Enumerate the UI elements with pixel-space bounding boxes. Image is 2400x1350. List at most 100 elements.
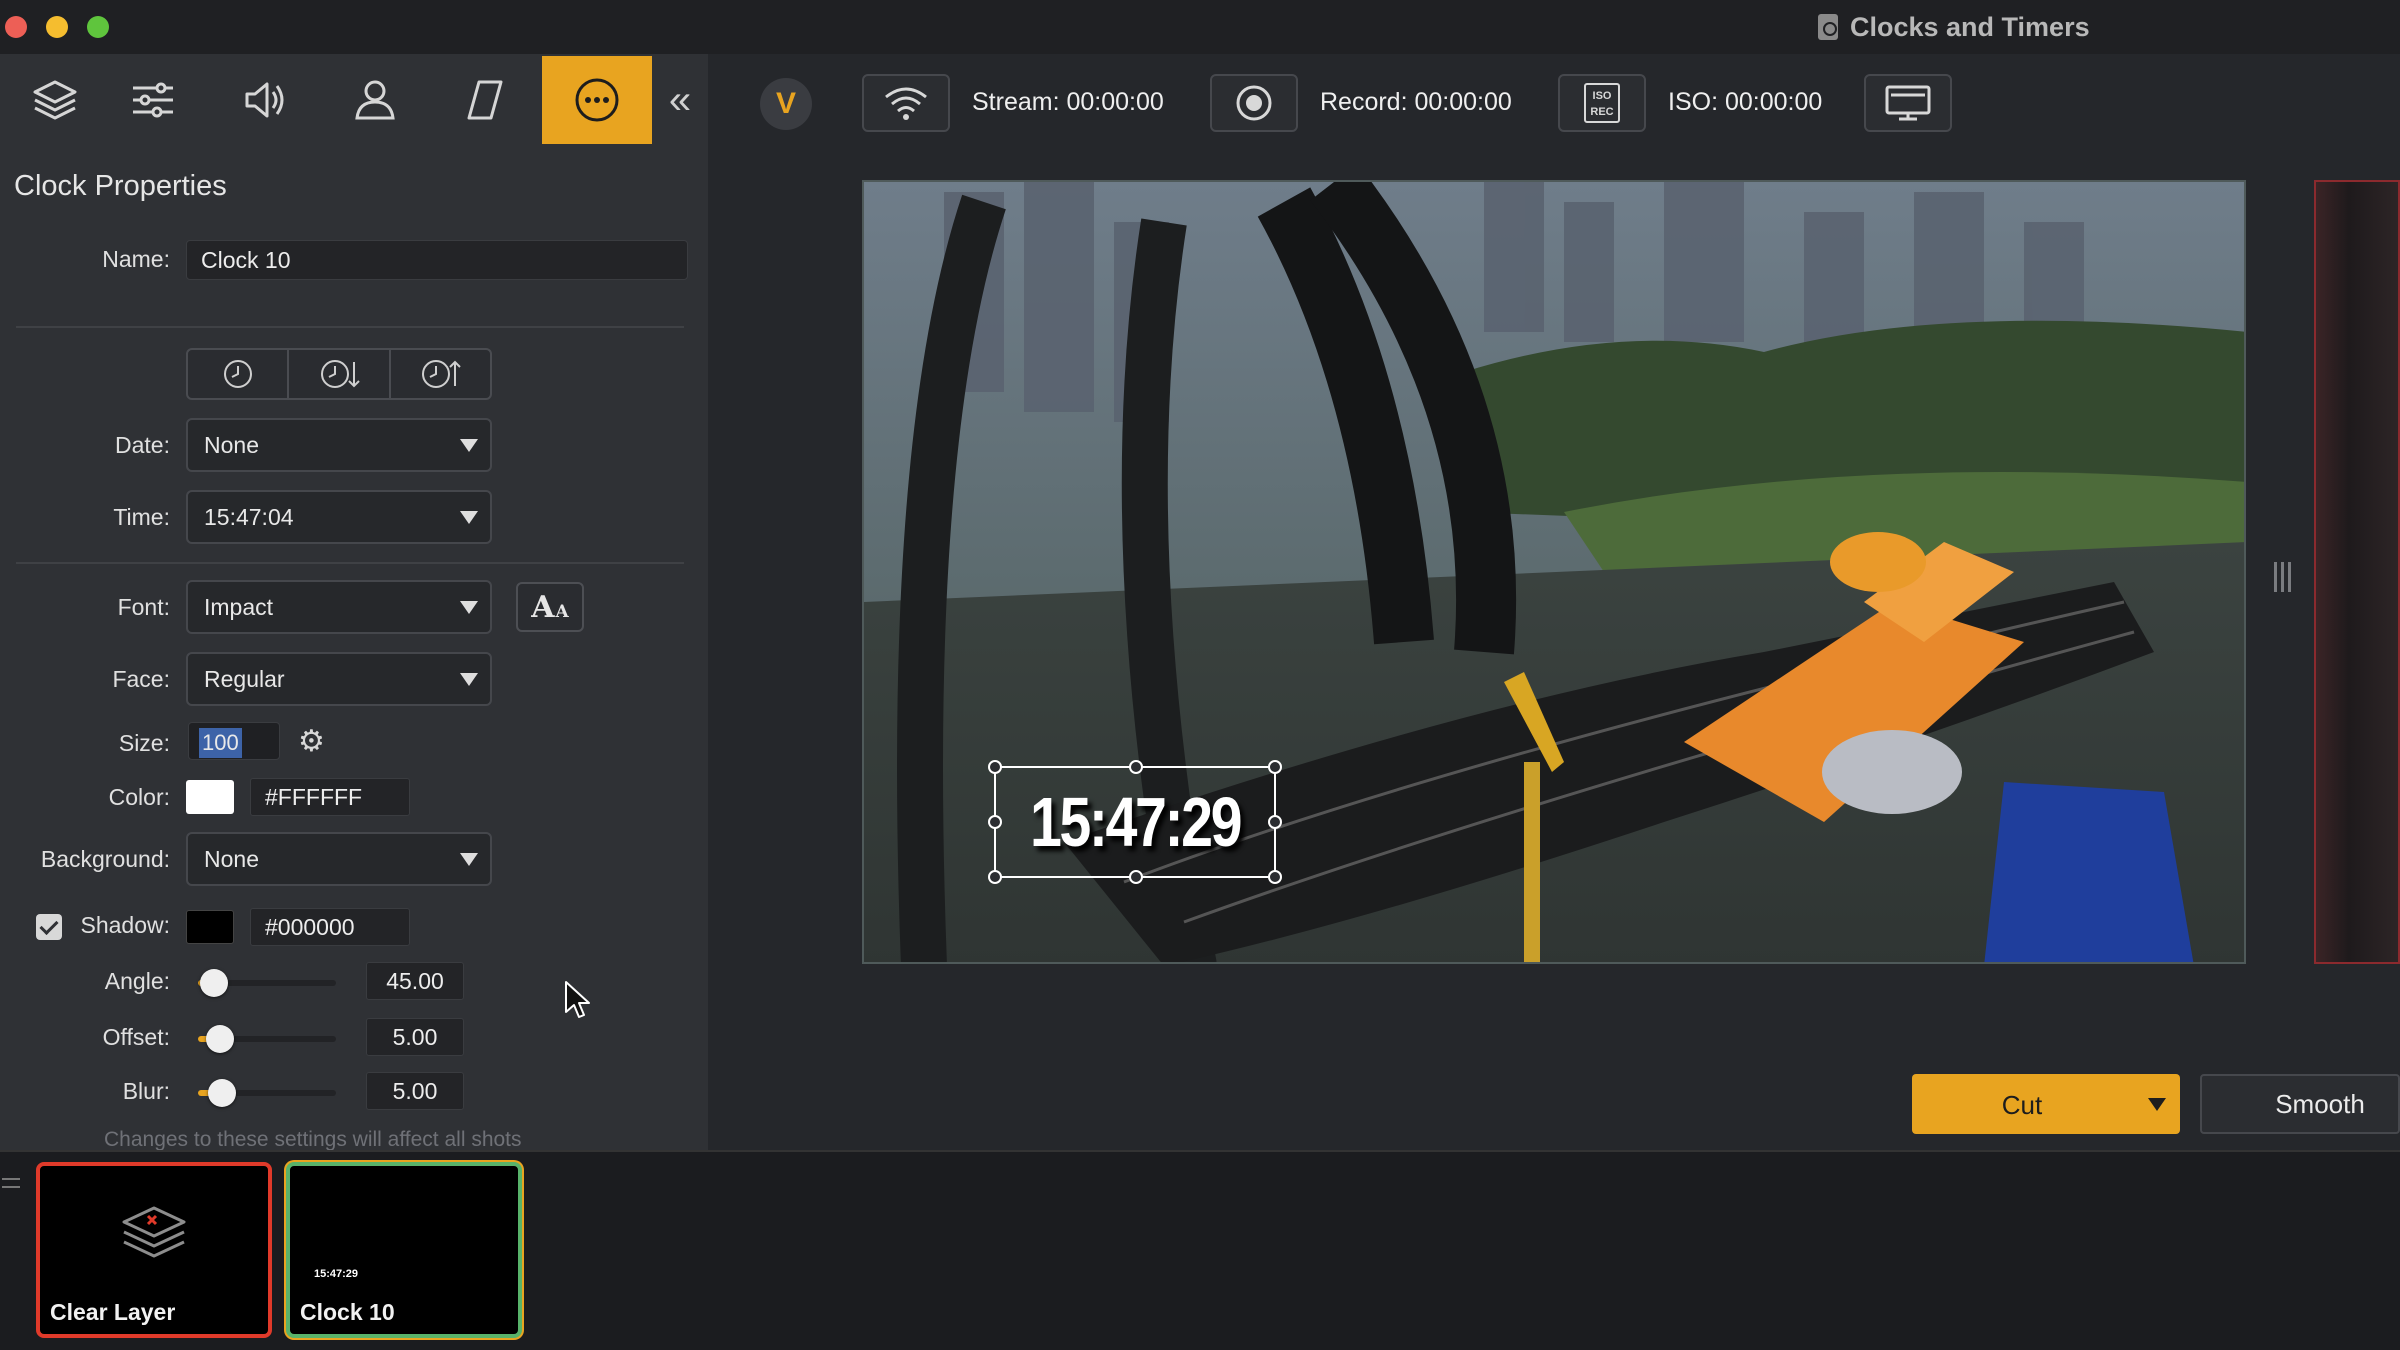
shot-clear-layer[interactable]: Clear Layer <box>36 1162 272 1338</box>
blur-slider[interactable] <box>198 1079 336 1107</box>
mouse-cursor-icon <box>565 981 590 1018</box>
angle-slider[interactable] <box>198 969 336 997</box>
offset-slider[interactable] <box>198 1025 336 1053</box>
smooth-transition-button[interactable]: Smooth <box>2200 1074 2400 1134</box>
more-icon <box>575 78 619 122</box>
date-select[interactable]: None <box>186 418 492 472</box>
resize-handle[interactable] <box>1268 815 1282 829</box>
record-button[interactable] <box>1210 74 1298 132</box>
tab-person[interactable] <box>320 56 430 144</box>
minimize-window-button[interactable] <box>46 16 68 38</box>
angle-field[interactable]: 45.00 <box>366 962 464 1000</box>
time-label: Time: <box>113 504 170 530</box>
wifi-icon <box>885 87 927 120</box>
face-select-value: Regular <box>204 665 285 692</box>
shot-label: Clear Layer <box>50 1299 176 1325</box>
chevron-down-icon <box>460 511 478 524</box>
resize-handle[interactable] <box>988 760 1002 774</box>
resize-handle[interactable] <box>1129 760 1143 774</box>
tab-more[interactable] <box>542 56 652 144</box>
blur-label: Blur: <box>122 1078 170 1104</box>
zoom-window-button[interactable] <box>87 16 109 38</box>
cut-button-label: Cut <box>2001 1090 2043 1120</box>
size-field-value: 100 <box>199 728 242 758</box>
divider <box>16 562 684 564</box>
countdown-icon <box>320 360 360 388</box>
shot-clock-10[interactable]: 15:47:29 Clock 10 <box>286 1162 522 1338</box>
iso-record-button[interactable]: ISO REC <box>1558 74 1646 132</box>
window-title: Clocks and Timers <box>1818 10 2090 44</box>
app-logo[interactable]: V <box>760 78 812 130</box>
clock-icon <box>223 360 252 388</box>
hamburger-icon[interactable] <box>2 1178 20 1194</box>
tab-audio[interactable] <box>210 56 320 144</box>
clock-mode-segmented-control[interactable] <box>186 348 492 400</box>
clock-overlay[interactable]: 15:47:29 <box>988 760 1282 884</box>
background-select[interactable]: None <box>186 832 492 886</box>
face-select[interactable]: Regular <box>186 652 492 706</box>
window-title-text: Clocks and Timers <box>1850 11 2090 42</box>
resize-handle[interactable] <box>1129 870 1143 884</box>
name-field[interactable]: Clock 10 <box>186 240 688 280</box>
layers-icon <box>33 80 77 120</box>
angle-slider-knob[interactable] <box>200 969 228 997</box>
parallelogram-icon <box>467 80 503 120</box>
clock-overlay-text: 15:47:29 <box>1029 783 1243 861</box>
font-picker-button[interactable]: AA <box>516 582 584 632</box>
chevron-down-icon <box>460 673 478 686</box>
clock-mode-button[interactable] <box>188 350 290 398</box>
monitor-icon <box>1885 85 1931 121</box>
tab-layers[interactable] <box>0 56 110 144</box>
name-label: Name: <box>102 246 170 272</box>
tab-adjustments[interactable] <box>98 56 208 144</box>
tab-shape[interactable] <box>430 56 540 144</box>
person-icon <box>355 80 395 120</box>
time-select[interactable]: 15:47:04 <box>186 490 492 544</box>
offset-field[interactable]: 5.00 <box>366 1018 464 1056</box>
resize-handle[interactable] <box>988 815 1002 829</box>
close-window-button[interactable] <box>5 16 27 38</box>
stream-button[interactable] <box>862 74 950 132</box>
resize-handle[interactable] <box>1268 760 1282 774</box>
shot-thumbnail-clock: 15:47:29 <box>314 1268 359 1280</box>
shadow-hex-field[interactable]: #000000 <box>250 908 410 946</box>
display-output-button[interactable] <box>1864 74 1952 132</box>
chevron-down-icon[interactable] <box>2148 1098 2166 1111</box>
shadow-color-swatch[interactable] <box>186 910 234 944</box>
collapse-panel-button[interactable]: « <box>660 76 700 124</box>
blur-slider-knob[interactable] <box>208 1079 236 1107</box>
offset-slider-knob[interactable] <box>206 1025 234 1053</box>
live-output-preview[interactable] <box>2314 180 2400 964</box>
angle-label: Angle: <box>104 968 170 994</box>
background-select-value: None <box>204 845 259 872</box>
shot-label: Clock 10 <box>300 1299 395 1325</box>
color-label: Color: <box>108 784 170 810</box>
splitter-grip[interactable] <box>2274 562 2292 592</box>
resize-handle[interactable] <box>1268 870 1282 884</box>
time-select-value: 15:47:04 <box>204 503 294 530</box>
speaker-icon <box>245 82 284 118</box>
divider <box>16 326 684 328</box>
title-bar: Clocks and Timers <box>0 0 2400 54</box>
iso-rec-icon: ISO REC <box>1584 83 1620 123</box>
resize-handle[interactable] <box>988 870 1002 884</box>
chevron-down-icon <box>460 601 478 614</box>
document-icon <box>1818 14 1838 40</box>
font-select[interactable]: Impact <box>186 580 492 634</box>
color-swatch[interactable] <box>186 780 234 814</box>
blur-field[interactable]: 5.00 <box>366 1072 464 1110</box>
record-timer: Record: 00:00:00 <box>1320 88 1512 116</box>
countdown-mode-button[interactable] <box>289 350 391 398</box>
size-field[interactable]: 100 <box>188 722 280 760</box>
clear-layer-icon <box>122 1206 186 1258</box>
panel-tab-bar: « <box>0 54 708 146</box>
cut-transition-button[interactable]: Cut <box>1912 1074 2180 1134</box>
stream-timer: Stream: 00:00:00 <box>972 88 1164 116</box>
gear-icon[interactable]: ⚙ <box>298 724 325 759</box>
color-hex-field[interactable]: #FFFFFF <box>250 778 410 816</box>
countup-mode-button[interactable] <box>391 350 490 398</box>
section-title: Clock Properties <box>14 170 227 202</box>
date-label: Date: <box>115 432 170 458</box>
font-label: Font: <box>117 594 170 620</box>
offset-label: Offset: <box>102 1024 170 1050</box>
